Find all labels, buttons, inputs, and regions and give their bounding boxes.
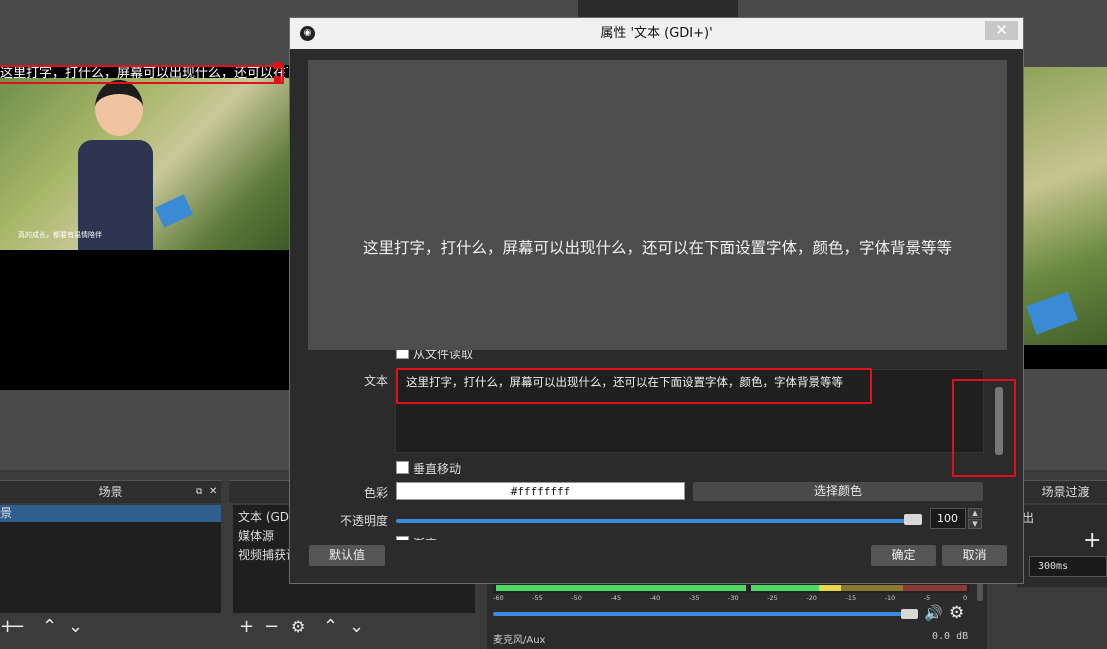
opacity-slider[interactable] (396, 519, 919, 523)
channel-db: 0.0 dB (932, 631, 969, 642)
close-button[interactable]: ✕ (985, 21, 1018, 40)
meter-yellow-dim (841, 585, 903, 591)
obs-logo-icon: ◉ (300, 26, 315, 41)
remove-scene-icon[interactable]: − (10, 615, 25, 639)
gear-icon[interactable]: ⚙ (291, 615, 305, 639)
move-down-icon[interactable]: ⌄ (349, 615, 364, 639)
annotation-box (952, 379, 1016, 477)
move-up-icon[interactable]: ⌃ (42, 615, 57, 639)
meter-tick-label: -55 (532, 594, 543, 602)
meter-tick-label: 0 (963, 594, 968, 602)
spin-up-icon[interactable]: ▲ (968, 508, 982, 518)
scenes-list[interactable]: 景 (0, 505, 221, 613)
dialog-titlebar: 属性 '文本 (GDI+)' ◉ ✕ (290, 18, 1023, 49)
meter-tick-label: -30 (728, 594, 739, 602)
meter-red-dim (903, 585, 967, 591)
meter-green-bar (496, 585, 746, 591)
annotation-box (396, 368, 872, 404)
meter-tick-label: -45 (610, 594, 622, 602)
opacity-slider-thumb[interactable] (904, 514, 922, 525)
duration-field[interactable]: 300ms (1029, 556, 1107, 577)
gear-icon[interactable]: ⚙ (949, 603, 964, 623)
defaults-button[interactable]: 默认值 (309, 545, 385, 566)
properties-dialog: 属性 '文本 (GDI+)' ◉ ✕ 这里打字，打什么，屏幕可以出现什么，还可以… (289, 17, 1024, 584)
volume-slider-thumb[interactable] (901, 609, 918, 619)
dialog-title: 属性 '文本 (GDI+)' (600, 26, 713, 41)
color-value: #ffffffff (396, 482, 685, 500)
remove-source-icon[interactable]: − (264, 615, 279, 639)
transitions-dock-title: 场景过渡 (1024, 480, 1107, 503)
move-up-icon[interactable]: ⌃ (323, 615, 338, 639)
resize-handle[interactable] (274, 76, 281, 83)
top-strip (578, 0, 738, 18)
opacity-label: 不透明度 (339, 514, 388, 528)
from-file-label: 从文件读取 (413, 350, 474, 361)
meter-tick-label: -25 (767, 594, 778, 602)
opacity-spinbox[interactable]: 100 (930, 508, 966, 529)
meter-tick-label: -40 (649, 594, 661, 602)
meter-tick-label: -60 (493, 594, 504, 602)
color-label: 色彩 (363, 486, 388, 500)
video-frame-left (0, 78, 290, 250)
cancel-button[interactable]: 取消 (942, 545, 1007, 566)
selection-box[interactable] (0, 65, 284, 84)
speaker-icon[interactable]: 🔊 (924, 604, 943, 622)
gradient-checkbox[interactable] (396, 536, 409, 540)
close-dock-icon[interactable]: ✕ (209, 481, 217, 503)
add-source-icon[interactable]: + (239, 615, 254, 639)
gradient-label: 渐变 (413, 535, 437, 540)
meter-tick-label: -20 (806, 594, 817, 602)
properties-form: 从文件读取 文本 这里打字，打什么，屏幕可以出现什么，还可以在下面设置字体，颜色… (290, 350, 1023, 540)
meter-tick-label: -50 (571, 594, 582, 602)
scenes-title: 场景 (98, 485, 123, 499)
preview-text: 这里打字，打什么，屏幕可以出现什么，还可以在下面设置字体，颜色，字体背景等等 (362, 239, 952, 257)
resize-handle[interactable] (274, 62, 281, 69)
vertical-scroll-label: 垂直移动 (413, 462, 462, 476)
move-down-icon[interactable]: ⌄ (68, 615, 83, 639)
scenes-dock-title: 场景 ⧉ ✕ (0, 480, 221, 503)
video-caption: 真的成长，都要有温情陪伴 (18, 231, 102, 239)
from-file-checkbox[interactable] (396, 350, 409, 359)
undock-icon[interactable]: ⧉ (196, 481, 202, 503)
meter-green-bar (751, 585, 819, 591)
source-preview: 这里打字，打什么，屏幕可以出现什么，还可以在下面设置字体，颜色，字体背景等等 (308, 60, 1007, 350)
text-label: 文本 (363, 374, 388, 388)
spin-down-icon[interactable]: ▼ (968, 519, 982, 529)
ok-button[interactable]: 确定 (871, 545, 936, 566)
meter-tick-label: -15 (845, 594, 857, 602)
volume-meter (493, 583, 969, 593)
meter-tick-label: -35 (688, 594, 700, 602)
vertical-scroll-checkbox[interactable] (396, 461, 409, 474)
list-item[interactable]: 景 (0, 505, 221, 522)
audio-mixer: -60 -55 -50 -45 -40 -35 -30 -25 -20 -15 -10 -5 0 🔊 ⚙… (487, 580, 987, 649)
child-head (95, 80, 143, 136)
channel-name: 麦克风/Aux (493, 635, 546, 646)
transitions-title: 场景过渡 (1041, 485, 1090, 499)
mixer-scrollbar[interactable] (977, 583, 983, 601)
meter-ticks: -60 -55 -50 -45 -40 -35 -30 -25 -20 -15 -10 -5 0 (493, 594, 969, 604)
choose-color-button[interactable]: 选择颜色 (693, 482, 983, 501)
meter-tick-label: -10 (884, 594, 896, 602)
meter-tick-label: -5 (923, 594, 931, 602)
volume-slider[interactable] (493, 612, 913, 616)
transitions-panel: 出 + 300ms (1017, 505, 1107, 587)
drink-box (154, 194, 194, 228)
add-transition-icon[interactable]: + (1083, 529, 1101, 553)
meter-yellow-bar (819, 585, 841, 591)
